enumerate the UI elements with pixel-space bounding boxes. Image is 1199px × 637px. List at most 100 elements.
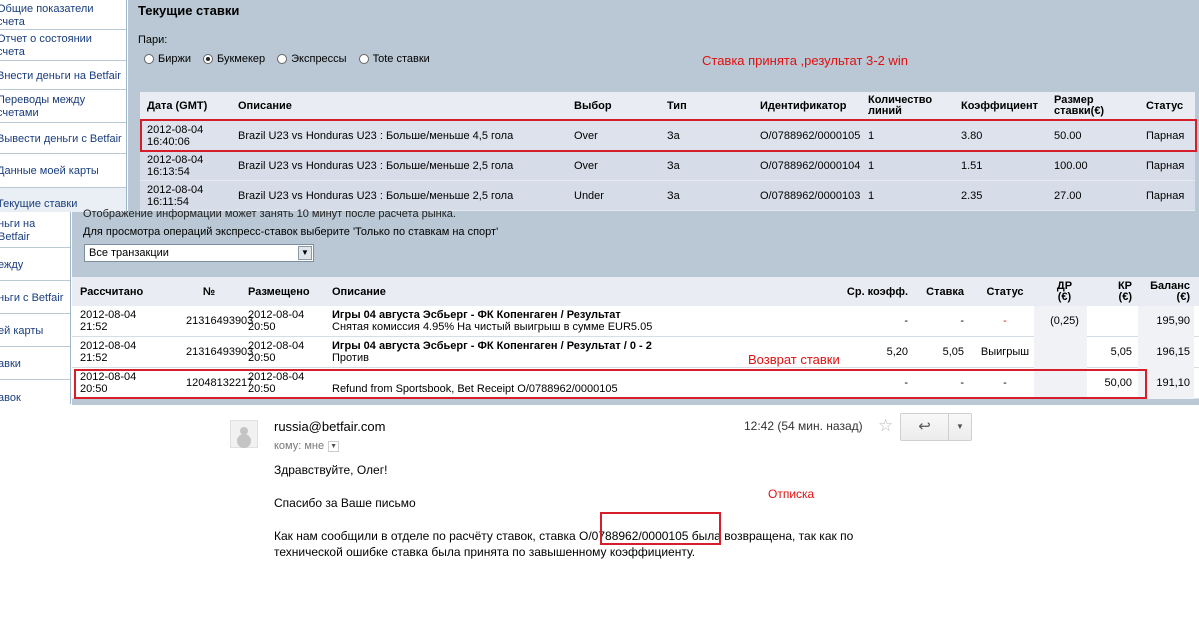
col-status[interactable]: Статус (1139, 100, 1195, 112)
tx-desc-title: Игры 04 августа Эсбьерг - ФК Копенгаген … (332, 340, 652, 352)
bet-description: Brazil U23 vs Honduras U23 : Больше/мень… (238, 189, 514, 202)
sidebar-item-card-2[interactable]: ей карты (0, 314, 70, 347)
tx-number: 21316493903 (186, 346, 254, 358)
tx-debit: (0,25) (1034, 305, 1087, 337)
tx-stake: 5,05 (942, 346, 964, 358)
tx-settled: 2012-08-04 21:52 (80, 309, 137, 333)
tx-balance: 196,15 (1138, 336, 1194, 368)
highlight-bet-105 (140, 119, 1197, 152)
bet-row[interactable]: 2012-08-04 16:11:54 Brazil U23 vs Hondur… (140, 181, 1195, 211)
bet-stake: 100.00 (1054, 159, 1088, 172)
sidebar-item-withdraw[interactable]: Вывести деньги с Betfair (0, 123, 126, 154)
email-thanks: Спасибо за Ваше письмо (274, 496, 416, 510)
tx-placed: 2012-08-04 20:50 (248, 340, 305, 364)
tx-settled: 2012-08-04 21:52 (80, 340, 137, 364)
radio-label: Tote ставки (372, 53, 430, 65)
col-debit[interactable]: ДР (€) (1034, 280, 1087, 303)
sidebar-item-account-report[interactable]: Отчет о состоянии счета (0, 30, 126, 61)
bet-date: 2012-08-04 16:11:54 (147, 183, 204, 208)
bet-status: Парная (1146, 189, 1185, 202)
transaction-filter-select[interactable]: Все транзакции ▼ (84, 244, 314, 262)
chevron-down-icon[interactable]: ▼ (328, 440, 340, 452)
email-recipient: кому: мне ▼ (274, 440, 340, 452)
col-stake[interactable]: Ставка (914, 286, 968, 298)
col-settled[interactable]: Рассчитано (72, 286, 186, 298)
radio-dot[interactable] (358, 54, 369, 64)
col-odds[interactable]: Коэффициент (954, 100, 1047, 112)
annotation-reply: Отписка (768, 487, 815, 501)
col-number[interactable]: № (186, 286, 232, 298)
page-title: Текущие ставки (138, 3, 240, 18)
email-message: russia@betfair.com кому: мне ▼ 12:42 (54… (228, 410, 988, 610)
sidebar-lower: ньги на Betfair ежду ньги с Betfair ей к… (0, 212, 71, 404)
bet-id: O/0788962/0000104 (760, 159, 861, 172)
bet-row[interactable]: 2012-08-04 16:13:54 Brazil U23 vs Hondur… (140, 151, 1195, 181)
info-multiples-text: Для просмотра операций экспресс-ставок в… (83, 226, 499, 238)
tx-odds: - (904, 315, 908, 327)
email-body-part: Как нам сообщили в отделе по расчёту ста… (274, 529, 580, 543)
radio-exchange[interactable]: Биржи (144, 53, 191, 65)
bets-table-header: Дата (GMT) Описание Выбор Тип Идентифика… (140, 92, 1195, 121)
more-actions-chevron-icon[interactable]: ▼ (949, 414, 971, 440)
col-type[interactable]: Тип (660, 100, 753, 112)
reply-button-group: ↩ ▼ (900, 413, 972, 441)
col-status[interactable]: Статус (968, 286, 1034, 298)
bet-description: Brazil U23 vs Honduras U23 : Больше/мень… (238, 159, 514, 172)
bet-type-label: Пари: (138, 34, 168, 46)
col-date[interactable]: Дата (GMT) (140, 100, 231, 112)
chevron-down-icon[interactable]: ▼ (298, 246, 312, 260)
bet-status: Парная (1146, 159, 1185, 172)
annotation-bet-accepted: Ставка принята ,результат 3-2 win (702, 53, 908, 68)
bet-date: 2012-08-04 16:13:54 (147, 153, 204, 178)
sidebar-item-card[interactable]: Данные моей карты (0, 154, 126, 188)
tx-status: Выигрыш (980, 346, 1030, 358)
tx-desc-text: Снятая комиссия 4.95% На чистый выигрыш … (332, 321, 653, 333)
tx-number: 21316493903 (186, 315, 254, 327)
col-credit[interactable]: КР (€) (1087, 280, 1138, 303)
transaction-row[interactable]: 2012-08-04 21:52 21316493903 2012-08-04 … (72, 336, 1199, 368)
tx-description: Игры 04 августа Эсбьерг - ФК Копенгаген … (324, 309, 838, 333)
bet-type: За (667, 189, 680, 202)
sidebar-item-transfers-2[interactable]: ежду (0, 248, 70, 281)
tx-balance: 195,90 (1138, 305, 1194, 337)
bet-odds: 2.35 (961, 189, 983, 202)
col-avg-odds[interactable]: Ср. коэфф. (838, 286, 914, 298)
radio-label: Биржи (158, 53, 191, 65)
col-description[interactable]: Описание (231, 100, 567, 112)
radio-dot[interactable] (144, 54, 154, 64)
col-lines[interactable]: Количество линий (861, 95, 954, 117)
tx-stake: - (960, 315, 964, 327)
col-selection[interactable]: Выбор (567, 100, 660, 112)
star-icon[interactable]: ☆ (878, 416, 893, 436)
tx-desc-title: Игры 04 августа Эсбьерг - ФК Копенгаген … (332, 309, 621, 321)
bet-stake: 27.00 (1054, 189, 1082, 202)
radio-bookmaker[interactable]: Букмекер (202, 53, 265, 65)
sidebar-item-bets-3[interactable]: авок (0, 380, 70, 404)
bet-type-radio-group: Биржи Букмекер Экспрессы Tote ставки (144, 53, 430, 65)
sidebar-item-transfers[interactable]: Переводы между счетами (0, 90, 126, 123)
sidebar: Общие показатели счета Отчет о состоянии… (0, 0, 127, 212)
sidebar-item-deposit[interactable]: Внести деньги на Betfair (0, 61, 126, 90)
avatar (230, 420, 258, 448)
current-bets-panel: Текущие ставки Пари: Биржи Букмекер Эксп… (128, 0, 1199, 212)
email-greeting: Здравствуйте, Олег! (274, 463, 388, 477)
radio-dot[interactable] (202, 54, 213, 64)
col-balance[interactable]: Баланс (€) (1138, 280, 1194, 303)
col-description[interactable]: Описание (324, 286, 838, 298)
sidebar-item-deposit-2[interactable]: ньги на Betfair (0, 212, 70, 248)
sidebar-item-summary[interactable]: Общие показатели счета (0, 0, 126, 30)
radio-tote[interactable]: Tote ставки (358, 53, 430, 65)
email-sender[interactable]: russia@betfair.com (274, 419, 385, 434)
reply-icon[interactable]: ↩ (901, 414, 949, 440)
transaction-row[interactable]: 2012-08-04 21:52 21316493903 2012-08-04 … (72, 305, 1199, 337)
radio-dot[interactable] (277, 54, 288, 64)
col-stake[interactable]: Размер ставки(€) (1047, 95, 1139, 117)
col-placed[interactable]: Размещено (240, 286, 324, 298)
radio-label: Экспрессы (291, 53, 347, 65)
col-id[interactable]: Идентификатор (753, 100, 861, 112)
email-body-line: технической ошибке ставка была принята п… (274, 545, 696, 559)
sidebar-item-withdraw-2[interactable]: ньги с Betfair (0, 281, 70, 314)
sidebar-item-bets-2[interactable]: авки (0, 347, 70, 380)
transactions-header: Рассчитано № Размещено Описание Ср. коэф… (72, 277, 1199, 306)
radio-multiples[interactable]: Экспрессы (277, 53, 347, 65)
